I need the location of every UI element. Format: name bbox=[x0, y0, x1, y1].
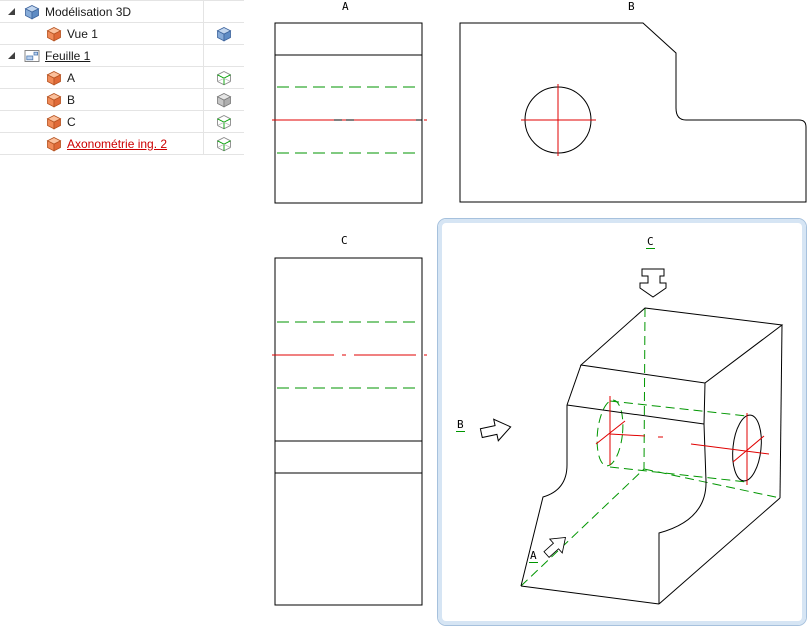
expand-collapse-icon[interactable] bbox=[6, 50, 18, 62]
axon-top-face bbox=[579, 307, 784, 384]
axon-dir-label-b: B bbox=[456, 418, 465, 432]
axon-centerline bbox=[609, 433, 646, 437]
axon-dir-label-a: A bbox=[529, 549, 538, 563]
wireframe-view-style-icon[interactable] bbox=[216, 70, 232, 86]
cad-workspace: { "panel": { "rows": [ {"label": "Modéli… bbox=[0, 0, 808, 626]
view-c-outline bbox=[274, 257, 423, 606]
tree-label-view-b: B bbox=[67, 92, 76, 107]
axonometric-viewport-selected[interactable]: C B A bbox=[437, 218, 807, 626]
sheet-layout-icon bbox=[24, 48, 40, 64]
view-cube-icon bbox=[46, 136, 62, 152]
view-b-outline bbox=[459, 22, 807, 203]
tree-row-vue-1[interactable]: Vue 1 bbox=[0, 23, 244, 45]
tree-row-view-a[interactable]: A bbox=[0, 67, 244, 89]
view-cube-icon bbox=[46, 70, 62, 86]
tree-cell-preview bbox=[204, 1, 244, 22]
tree-label-view-a: A bbox=[67, 70, 76, 85]
axon-centerline bbox=[690, 443, 770, 455]
view-direction-arrow-a-icon[interactable] bbox=[540, 531, 571, 562]
axon-hidden-back-edge bbox=[643, 307, 646, 470]
axon-step-ledge-edge bbox=[566, 404, 705, 425]
wireframe-view-style-icon[interactable] bbox=[216, 114, 232, 130]
axon-hidden-bottom-edge bbox=[643, 468, 781, 499]
tree-row-view-b[interactable]: B bbox=[0, 89, 244, 111]
expand-collapse-icon[interactable] bbox=[6, 6, 18, 18]
axon-fillet-edge-left bbox=[520, 405, 568, 587]
model-3d-cube-icon bbox=[24, 4, 40, 20]
view-a-title: A bbox=[342, 0, 349, 13]
view-b-drawing[interactable] bbox=[450, 13, 808, 213]
shaded-view-style-icon[interactable] bbox=[216, 26, 232, 42]
tree-cell-preview bbox=[204, 45, 244, 66]
view-direction-arrow-c-icon[interactable] bbox=[639, 268, 667, 298]
axon-hole-silhouette-bottom bbox=[609, 466, 748, 483]
axon-fillet-edge-right bbox=[658, 423, 707, 604]
gray-shaded-view-style-icon[interactable] bbox=[216, 92, 232, 108]
tree-label-feuille-1: Feuille 1 bbox=[45, 48, 91, 63]
tree-row-view-c[interactable]: C bbox=[0, 111, 244, 133]
tree-row-axonometrie[interactable]: Axonométrie ing. 2 bbox=[0, 133, 244, 155]
drawing-explorer-panel: Modélisation 3D Vue 1 Feuille 1 A B C Ax… bbox=[0, 0, 244, 155]
axon-bottom-right-edge bbox=[658, 497, 781, 605]
axon-edge bbox=[703, 382, 706, 425]
tree-label-vue-1: Vue 1 bbox=[67, 26, 98, 41]
tree-row-feuille-1[interactable]: Feuille 1 bbox=[0, 45, 244, 67]
view-cube-icon bbox=[46, 114, 62, 130]
tree-row-modelisation-3d[interactable]: Modélisation 3D bbox=[0, 1, 244, 23]
tree-label-axonometrie: Axonométrie ing. 2 bbox=[67, 136, 168, 151]
view-cube-icon bbox=[46, 92, 62, 108]
tree-label-modelisation: Modélisation 3D bbox=[45, 4, 132, 19]
axon-hidden-bottom-edge bbox=[520, 468, 645, 587]
view-b-title: B bbox=[628, 0, 635, 13]
view-direction-arrow-b-icon[interactable] bbox=[479, 416, 513, 444]
view-a-drawing[interactable] bbox=[265, 13, 435, 218]
axon-right-back-edge bbox=[779, 324, 783, 499]
axonometric-drawing bbox=[479, 268, 784, 605]
axon-edge bbox=[566, 364, 582, 406]
axon-bottom-front-edge bbox=[520, 585, 660, 605]
view-a-outline bbox=[274, 22, 423, 204]
view-cube-icon bbox=[46, 26, 62, 42]
tree-label-view-c: C bbox=[67, 114, 76, 129]
wireframe-view-style-icon[interactable] bbox=[216, 136, 232, 152]
axon-dir-label-c: C bbox=[646, 235, 655, 249]
view-c-drawing[interactable] bbox=[265, 230, 435, 615]
